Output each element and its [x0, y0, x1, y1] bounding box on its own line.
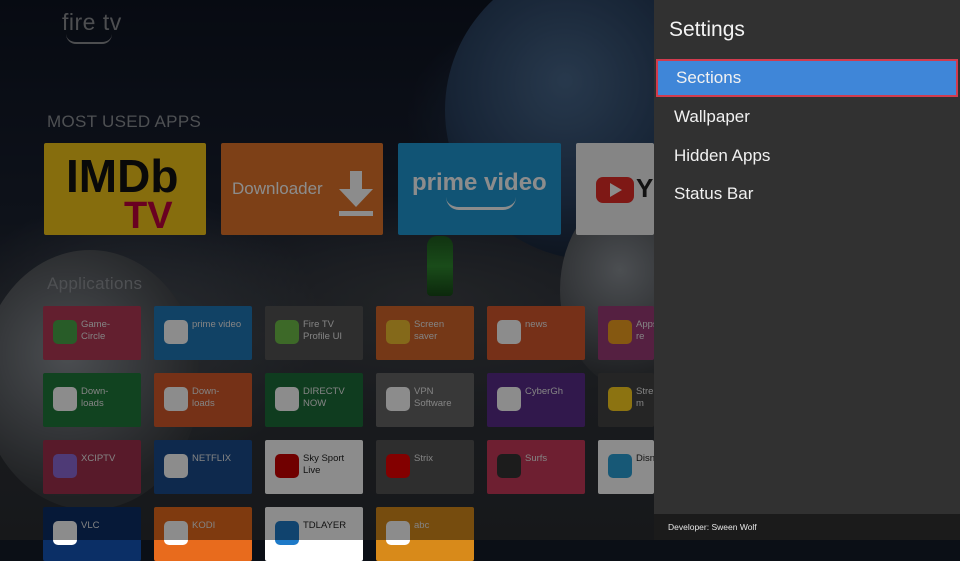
settings-title: Settings [669, 18, 745, 41]
developer-credit: Developer: Sween Wolf [668, 522, 757, 532]
settings-item-hidden-apps[interactable]: Hidden Apps [654, 137, 960, 175]
dim-overlay [0, 0, 654, 540]
settings-item-label: Status Bar [674, 184, 754, 203]
settings-panel: Settings Sections Wallpaper Hidden Apps … [654, 0, 960, 540]
settings-item-label: Wallpaper [674, 107, 750, 126]
settings-item-label: Sections [676, 68, 742, 87]
settings-item-status-bar[interactable]: Status Bar [654, 175, 960, 213]
settings-item-label: Hidden Apps [674, 146, 771, 165]
developer-footer: Developer: Sween Wolf [654, 514, 960, 540]
settings-item-sections[interactable]: Sections [656, 59, 958, 97]
settings-item-wallpaper[interactable]: Wallpaper [654, 98, 960, 136]
